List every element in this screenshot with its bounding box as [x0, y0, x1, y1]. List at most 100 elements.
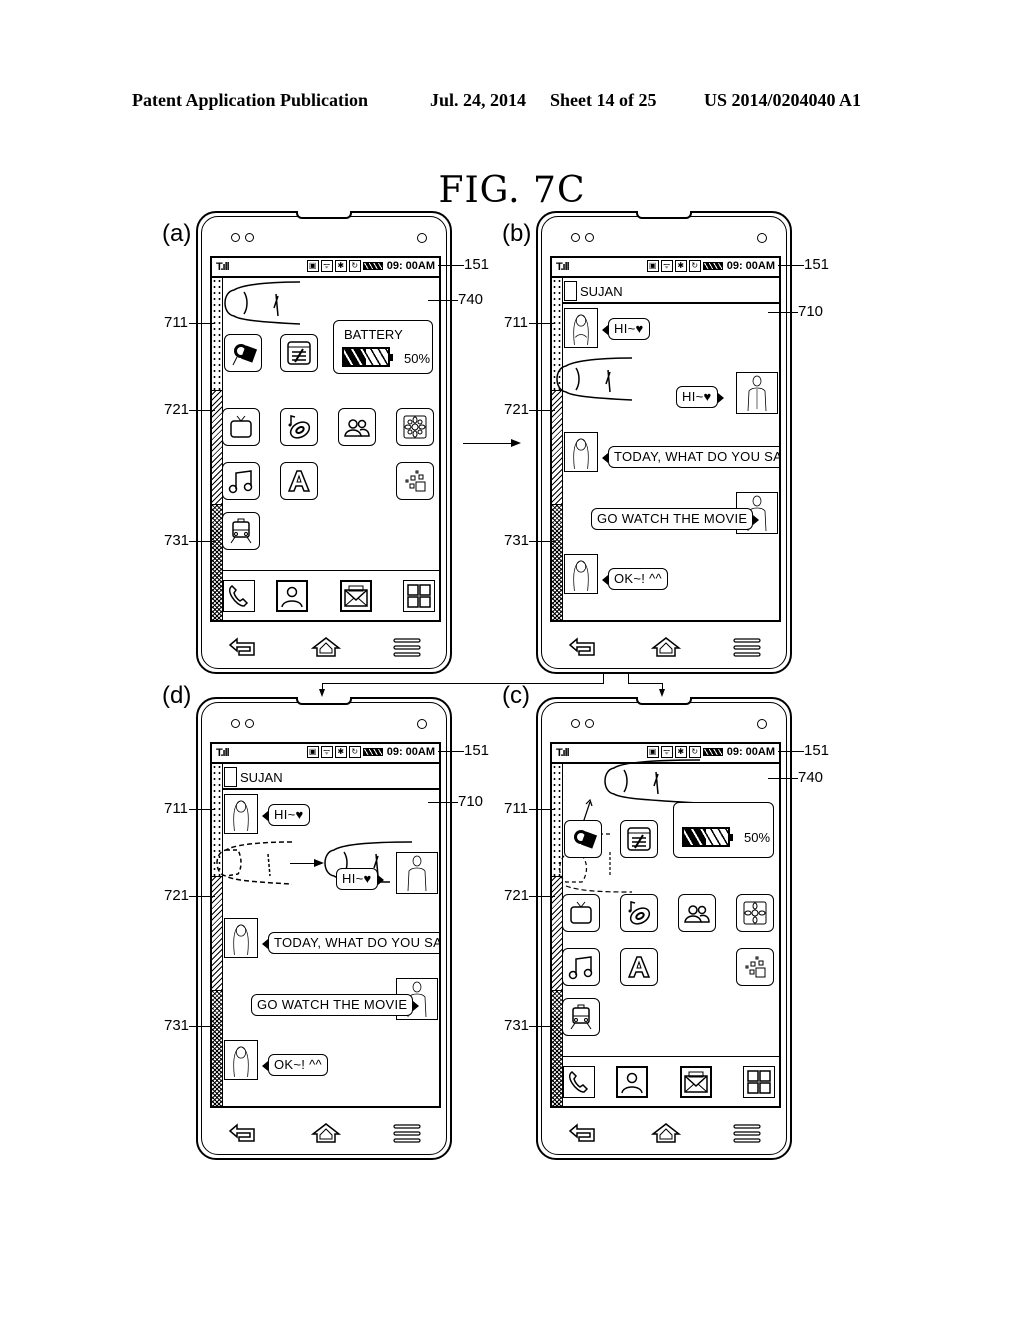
chat-bubble: HI~♥ — [676, 386, 723, 408]
leader-line — [189, 809, 215, 810]
wifi-icon: ᯤ — [320, 260, 333, 272]
apps-grid-icon[interactable] — [403, 580, 435, 612]
chat-screen[interactable]: T.ıll ▣ ᯤ ✱ ↻ 09: 00AM SUJAN HI~♥ HI~♥ T… — [210, 742, 441, 1108]
gallery-flower-app-icon[interactable] — [396, 408, 434, 446]
home-icon[interactable] — [309, 1120, 343, 1146]
ref-numeral-151: 151 — [804, 742, 830, 759]
phone-icon[interactable] — [223, 580, 255, 612]
chat-screen[interactable]: T.ıll ▣ ᯤ ✱ ↻ 09: 00AM SUJAN HI~♥ HI~♥ T… — [550, 256, 781, 622]
message-envelope-icon[interactable] — [680, 1066, 712, 1098]
home-screen[interactable]: T.ıll ▣ ᯤ ✱ ↻ 09: 00AM — [550, 742, 781, 1108]
speaker-notch — [296, 697, 352, 705]
contact-thumbnail — [224, 767, 237, 787]
sensor-icon — [231, 719, 240, 728]
memo-app-icon[interactable] — [620, 820, 658, 858]
bluetooth-icon: ✱ — [334, 746, 347, 758]
leader-line — [529, 1026, 555, 1027]
speaker-notch — [636, 211, 692, 219]
menu-icon[interactable] — [390, 1120, 424, 1146]
edge-strip[interactable] — [212, 764, 223, 1106]
message-envelope-icon[interactable] — [340, 580, 372, 612]
ref-numeral-721: 721 — [504, 401, 530, 418]
apps-grid-icon[interactable] — [743, 1066, 775, 1098]
camera-app-icon[interactable] — [224, 334, 262, 372]
sim-icon: ▣ — [306, 260, 319, 272]
home-icon[interactable] — [309, 634, 343, 660]
contact-card-icon[interactable] — [616, 1066, 648, 1098]
finger-icon — [556, 357, 633, 401]
subway-app-icon[interactable] — [222, 512, 260, 550]
back-icon[interactable] — [226, 1120, 260, 1146]
ref-numeral-721: 721 — [504, 887, 530, 904]
ref-numeral-151: 151 — [464, 742, 490, 759]
chat-bubble: HI~♥ — [262, 804, 310, 826]
arrow-down-icon — [319, 689, 325, 697]
sensor-icon — [245, 719, 254, 728]
ref-numeral-711: 711 — [504, 800, 528, 817]
front-camera-icon — [417, 233, 427, 243]
contacts-group-app-icon[interactable] — [678, 894, 716, 932]
chat-bubble: TODAY, WHAT DO YOU SAY? — [602, 446, 779, 468]
battery-icon — [702, 748, 723, 756]
leader-line — [189, 541, 215, 542]
subway-app-icon[interactable] — [562, 998, 600, 1036]
ref-numeral-731: 731 — [504, 532, 530, 549]
widgets-app-icon[interactable] — [736, 948, 774, 986]
edge-area-721[interactable] — [212, 390, 222, 504]
sensor-icon — [585, 719, 594, 728]
music-disc-app-icon[interactable] — [620, 894, 658, 932]
ref-numeral-731: 731 — [164, 532, 190, 549]
font-a-app-icon[interactable] — [620, 948, 658, 986]
battery-widget[interactable]: BATTERY 50% — [333, 320, 433, 374]
home-icon[interactable] — [649, 1120, 683, 1146]
music-note-app-icon[interactable] — [562, 948, 600, 986]
phone-icon[interactable] — [563, 1066, 595, 1098]
edge-area-731[interactable] — [552, 990, 562, 1106]
contacts-group-app-icon[interactable] — [338, 408, 376, 446]
signal-bars-icon: T.ıll — [216, 747, 230, 759]
arrow-down-icon — [659, 689, 665, 697]
back-icon[interactable] — [566, 1120, 600, 1146]
ref-numeral-721: 721 — [164, 887, 190, 904]
wifi-icon: ᯤ — [320, 746, 333, 758]
status-bar: T.ıll ▣ ᯤ ✱ ↻ 09: 00AM — [212, 258, 439, 278]
panel-label-a: (a) — [162, 220, 192, 247]
music-note-app-icon[interactable] — [222, 462, 260, 500]
menu-icon[interactable] — [390, 634, 424, 660]
edge-area-731[interactable] — [552, 504, 562, 620]
battery-widget[interactable]: 50% — [673, 802, 774, 858]
menu-icon[interactable] — [730, 634, 764, 660]
contact-card-icon[interactable] — [276, 580, 308, 612]
edge-area-721[interactable] — [552, 390, 562, 504]
tv-app-icon[interactable] — [562, 894, 600, 932]
avatar-female — [564, 554, 598, 594]
font-a-app-icon[interactable] — [280, 462, 318, 500]
contact-thumbnail — [564, 281, 577, 301]
memo-app-icon[interactable] — [280, 334, 318, 372]
gallery-flower-app-icon[interactable] — [736, 894, 774, 932]
edge-area-721[interactable] — [212, 876, 222, 990]
menu-icon[interactable] — [730, 1120, 764, 1146]
back-icon[interactable] — [226, 634, 260, 660]
edge-strip[interactable] — [552, 278, 563, 620]
battery-icon — [362, 748, 383, 756]
home-icon[interactable] — [649, 634, 683, 660]
edge-strip[interactable] — [212, 278, 223, 620]
sensor-icon — [571, 233, 580, 242]
tv-app-icon[interactable] — [222, 408, 260, 446]
camera-app-icon[interactable] — [564, 820, 602, 858]
widgets-app-icon[interactable] — [396, 462, 434, 500]
edge-area-731[interactable] — [212, 990, 222, 1106]
sensor-icon — [231, 233, 240, 242]
ref-numeral-740: 740 — [458, 291, 484, 308]
music-disc-app-icon[interactable] — [280, 408, 318, 446]
chat-bubble: HI~♥ — [336, 868, 383, 890]
sync-icon: ↻ — [348, 260, 361, 272]
leader-line — [438, 751, 464, 752]
chat-bubble: OK~! ^^ — [262, 1054, 328, 1076]
battery-level-fill — [684, 829, 706, 845]
back-icon[interactable] — [566, 634, 600, 660]
edge-area-731[interactable] — [212, 504, 222, 620]
battery-widget-label: BATTERY — [344, 327, 403, 342]
home-screen[interactable]: T.ıll ▣ ᯤ ✱ ↻ 09: 00AM — [210, 256, 441, 622]
